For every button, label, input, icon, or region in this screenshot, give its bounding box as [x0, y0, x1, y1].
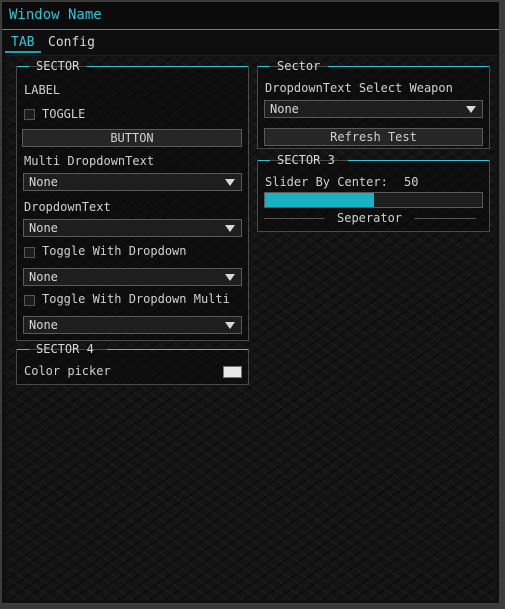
sector-main: SECTOR LABEL TOGGLE BUTTON Multi Dropdow… [16, 59, 249, 341]
toggle-with-dropdown-multi-checkbox[interactable] [24, 295, 35, 306]
toggle-dropdown[interactable]: None [23, 268, 242, 286]
button[interactable]: BUTTON [22, 129, 242, 147]
background-edge [500, 0, 505, 609]
sector-title-line-right [87, 66, 248, 67]
slider-value: 50 [404, 175, 419, 189]
chevron-down-icon [466, 106, 476, 113]
color-picker-swatch[interactable] [223, 366, 242, 378]
sector-title: SECTOR [36, 59, 80, 73]
toggle-dropdown-multi-value: None [29, 318, 58, 332]
slider-fill [265, 193, 374, 207]
sector-title-line-left [258, 160, 270, 161]
chevron-down-icon [225, 274, 235, 281]
toggle-dropdown-value: None [29, 270, 58, 284]
separator-line-left [264, 218, 324, 219]
sector-title: SECTOR 4 [36, 342, 94, 356]
multi-dropdown-label: Multi DropdownText [24, 154, 155, 168]
active-tab-indicator [5, 51, 41, 53]
title-bar[interactable]: Window Name [2, 2, 499, 30]
toggle-label[interactable]: TOGGLE [42, 107, 85, 121]
toggle-dropdown-multi[interactable]: None [23, 316, 242, 334]
dropdown[interactable]: None [23, 219, 242, 237]
toggle-with-dropdown-label[interactable]: Toggle With Dropdown [42, 244, 187, 258]
multi-dropdown[interactable]: None [23, 173, 242, 191]
toggle-checkbox[interactable] [24, 109, 35, 120]
sector-title-line-right [348, 160, 489, 161]
sector-title-line-left [258, 66, 270, 67]
content-area: SECTOR LABEL TOGGLE BUTTON Multi Dropdow… [6, 55, 497, 600]
slider-label: Slider By Center: [265, 175, 388, 189]
sector-title-line-left [17, 66, 29, 67]
sector-title-line-right [107, 349, 248, 350]
dropdown-label: DropdownText [24, 200, 111, 214]
sector-2: Sector DropdownText Select Weapon None R… [257, 59, 490, 149]
toggle-with-dropdown-checkbox[interactable] [24, 247, 35, 258]
multi-dropdown-value: None [29, 175, 58, 189]
dropdown-value: None [29, 221, 58, 235]
main-window: Window Name TAB Config SECTOR LABEL TOGG… [1, 1, 500, 604]
weapon-dropdown-value: None [270, 102, 299, 116]
sector-4: SECTOR 4 Color picker [16, 342, 249, 385]
sector-title: SECTOR 3 [277, 153, 335, 167]
chevron-down-icon [225, 179, 235, 186]
separator-line-right [414, 218, 476, 219]
label-text: LABEL [24, 83, 61, 97]
sector-title-line-left [17, 349, 29, 350]
chevron-down-icon [225, 322, 235, 329]
weapon-dropdown[interactable]: None [264, 100, 483, 118]
color-picker-label: Color picker [24, 364, 111, 378]
slider-track[interactable] [264, 192, 483, 208]
chevron-down-icon [225, 225, 235, 232]
sector-title-line-right [328, 66, 489, 67]
tab-tab[interactable]: TAB [11, 35, 34, 50]
window-title: Window Name [9, 7, 102, 23]
toggle-with-dropdown-multi-label[interactable]: Toggle With Dropdown Multi [42, 292, 230, 306]
refresh-test-button[interactable]: Refresh Test [264, 128, 483, 146]
weapon-dropdown-label: DropdownText Select Weapon [265, 81, 453, 95]
sector-title: Sector [277, 59, 321, 73]
tab-bar: TAB Config [2, 30, 499, 54]
sector-3: SECTOR 3 Slider By Center: 50 Seperator [257, 153, 490, 232]
separator-label: Seperator [337, 211, 403, 225]
tab-config[interactable]: Config [48, 35, 95, 50]
